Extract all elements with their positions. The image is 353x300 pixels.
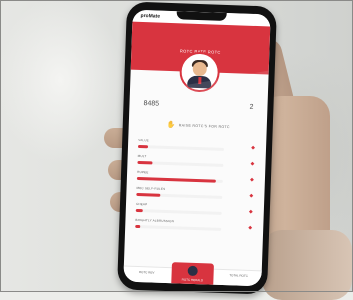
- photo-border: [0, 0, 353, 292]
